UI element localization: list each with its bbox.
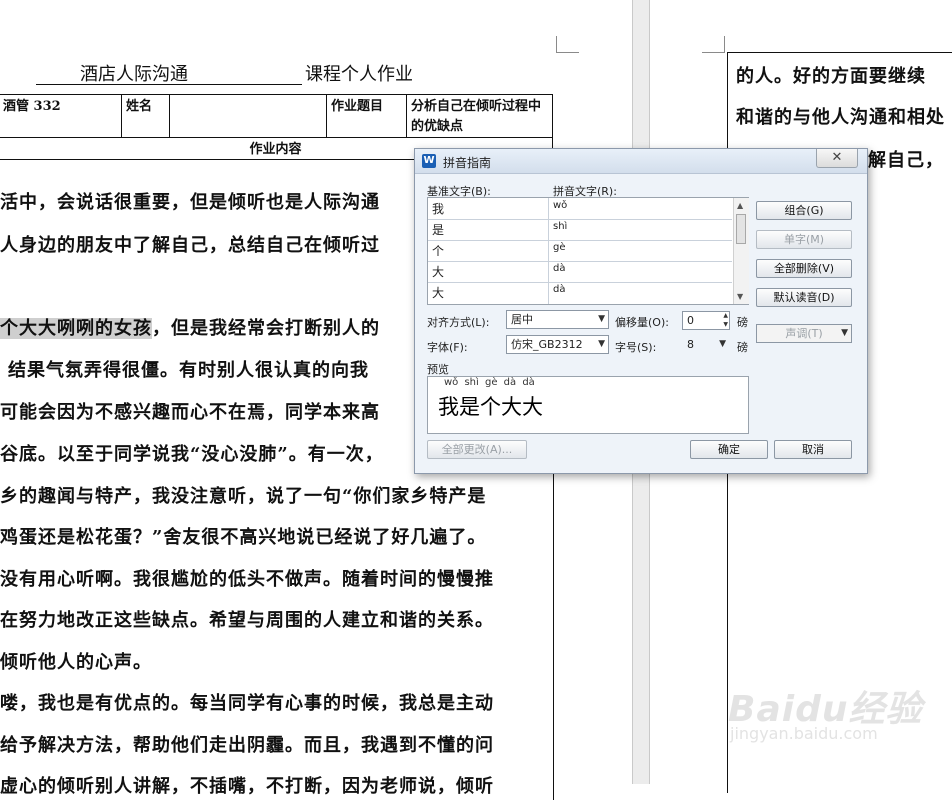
name-label-cell: 姓名 — [121, 95, 169, 137]
body-line[interactable]: 虚心的倾听别人讲解，不插嘴，不打断，因为老师说，倾听 — [0, 772, 494, 798]
body-line[interactable]: 给予解决方法，帮助他们走出阴霾。而且，我遇到不懂的问 — [0, 731, 494, 757]
base-char[interactable]: 大 — [432, 263, 444, 280]
font-select[interactable]: 仿宋_GB2312 ▼ — [506, 335, 609, 354]
size-unit: 磅 — [737, 341, 748, 354]
chevron-down-icon: ▼ — [598, 339, 605, 349]
grid-row[interactable]: 大 dà — [428, 261, 732, 283]
title-underline — [36, 84, 302, 85]
single-char-button[interactable]: 单字(M) — [756, 230, 852, 249]
align-value: 居中 — [511, 313, 533, 326]
body-line[interactable]: 人身边的朋友中了解自己，总结自己在倾听过 — [0, 231, 380, 257]
body-line[interactable]: 没有用心听啊。我很尴尬的低头不做声。随着时间的慢慢推 — [0, 565, 494, 591]
right-body-line[interactable]: 和谐的与他人沟通和相处 — [736, 103, 945, 129]
body-line[interactable]: 活中，会说话很重要，但是倾听也是人际沟通 — [0, 188, 380, 214]
title-main: 酒店人际沟通 — [80, 64, 188, 85]
body-line[interactable]: 结果气氛弄得很僵。有时别人很认真的向我 — [8, 356, 369, 382]
body-line[interactable]: 在努力地改正这些缺点。希望与周围的人建立和谐的关系。 — [0, 606, 494, 632]
grid-row[interactable]: 大 dà — [428, 282, 732, 303]
size-label: 字号(S): — [615, 341, 657, 354]
pinyin-guide-dialog: W 拼音指南 ✕ 基准文字(B): 拼音文字(R): 我 wǒ 是 shì 个 gè … — [414, 148, 868, 474]
selected-text[interactable]: 个大大咧咧的女孩 — [0, 318, 152, 339]
pinyin-value[interactable]: wǒ — [553, 200, 567, 211]
name-value-cell[interactable] — [169, 95, 326, 137]
grid-row[interactable]: 个 gè — [428, 240, 732, 262]
ok-button[interactable]: 确定 — [690, 440, 768, 459]
body-line[interactable]: 倾听他人的心声。 — [0, 648, 152, 674]
right-body-line[interactable]: 的人。好的方面要继续 — [736, 62, 926, 88]
delete-all-button[interactable]: 全部删除(V) — [756, 259, 852, 278]
scroll-thumb[interactable] — [736, 214, 746, 244]
grid-row[interactable]: 是 shì — [428, 219, 732, 241]
align-select[interactable]: 居中 ▼ — [506, 310, 609, 329]
tone-select[interactable]: 声调(T) ▼ — [756, 324, 852, 343]
dialog-title: 拼音指南 — [443, 156, 492, 170]
preview-box: wǒ shì gè dà dà 我是个大大 — [427, 376, 749, 434]
cancel-button[interactable]: 取消 — [774, 440, 852, 459]
topic-value-cell: 分析自己在倾听过程中的优缺点 — [406, 95, 554, 137]
scroll-down-icon[interactable]: ▼ — [737, 292, 743, 301]
spin-up-icon[interactable]: ▲ — [723, 312, 728, 320]
size-value: 8 — [687, 338, 694, 351]
pinyin-grid: 我 wǒ 是 shì 个 gè 大 dà 大 dà ▲ ▼ — [427, 197, 749, 305]
change-all-button[interactable]: 全部更改(A)... — [427, 440, 527, 459]
offset-unit: 磅 — [737, 316, 748, 329]
spin-down-icon[interactable]: ▼ — [723, 321, 728, 329]
grid-scrollbar[interactable]: ▲ ▼ — [733, 198, 749, 304]
body-line[interactable]: 个大大咧咧的女孩，但是我经常会打断别人的 — [0, 314, 380, 340]
tone-label: 声调(T) — [785, 327, 823, 340]
class-cell: 酒管 332 — [3, 99, 61, 114]
crop-mark-left — [556, 36, 579, 53]
combine-button[interactable]: 组合(G) — [756, 201, 852, 220]
default-reading-button[interactable]: 默认读音(D) — [756, 288, 852, 307]
wps-writer-icon: W — [422, 154, 436, 168]
pinyin-value[interactable]: dà — [553, 284, 565, 295]
base-char[interactable]: 我 — [432, 200, 444, 217]
close-icon: ✕ — [831, 150, 843, 165]
preview-label: 预览 — [427, 363, 449, 376]
font-label: 字体(F): — [427, 341, 468, 354]
right-body-line[interactable]: 解自己， — [868, 146, 944, 172]
watermark-url: jingyan.baidu.com — [730, 724, 878, 743]
body-line[interactable]: 乡的趣闻与特产，我没注意听，说了一句“你们家乡特产是 — [0, 482, 486, 508]
font-value: 仿宋_GB2312 — [511, 338, 583, 351]
close-button[interactable]: ✕ — [816, 149, 858, 168]
body-line[interactable]: 鸡蛋还是松花蛋？”舍友很不高兴地说已经说了好几遍了。 — [0, 523, 486, 549]
size-select[interactable]: 8 ▼ — [682, 335, 730, 354]
scroll-up-icon[interactable]: ▲ — [737, 201, 743, 210]
chevron-down-icon: ▼ — [598, 314, 605, 324]
title-suffix: 课程个人作业 — [305, 64, 413, 85]
body-line[interactable]: 可能会因为不感兴趣而心不在焉，同学本来高 — [0, 398, 380, 424]
topic-label-cell: 作业题目 — [326, 95, 406, 137]
base-char[interactable]: 是 — [432, 221, 444, 238]
chevron-down-icon: ▼ — [841, 328, 848, 338]
offset-spinner[interactable]: 0 ▲ ▼ — [682, 311, 730, 330]
align-label: 对齐方式(L): — [427, 316, 490, 329]
base-char[interactable]: 个 — [432, 242, 444, 259]
chevron-down-icon: ▼ — [719, 339, 726, 349]
dialog-title-bar[interactable]: W 拼音指南 — [415, 149, 867, 174]
baidu-watermark: Baidu经验 jingyan.baidu.com — [728, 680, 922, 743]
crop-mark-right — [702, 36, 725, 53]
offset-label: 偏移量(O): — [615, 316, 669, 329]
pinyin-value[interactable]: shì — [553, 221, 567, 232]
grid-row[interactable]: 我 wǒ — [428, 198, 732, 220]
header-row: 酒管 332 姓名 作业题目 分析自己在倾听过程中的优缺点 — [0, 95, 552, 138]
body-line[interactable]: 喽，我也是有优点的。每当同学有心事的时候，我总是主动 — [0, 689, 494, 715]
preview-pinyin: wǒ shì gè dà dà — [444, 377, 535, 388]
preview-text: 我是个大大 — [438, 395, 543, 419]
body-line[interactable]: 谷底。以至于同学说我“没心没肺”。有一次， — [0, 440, 384, 466]
offset-value: 0 — [687, 314, 694, 327]
body-text[interactable]: ，但是我经常会打断别人的 — [152, 318, 380, 339]
pinyin-value[interactable]: gè — [553, 242, 566, 253]
base-char[interactable]: 大 — [432, 284, 444, 301]
pinyin-value[interactable]: dà — [553, 263, 565, 274]
